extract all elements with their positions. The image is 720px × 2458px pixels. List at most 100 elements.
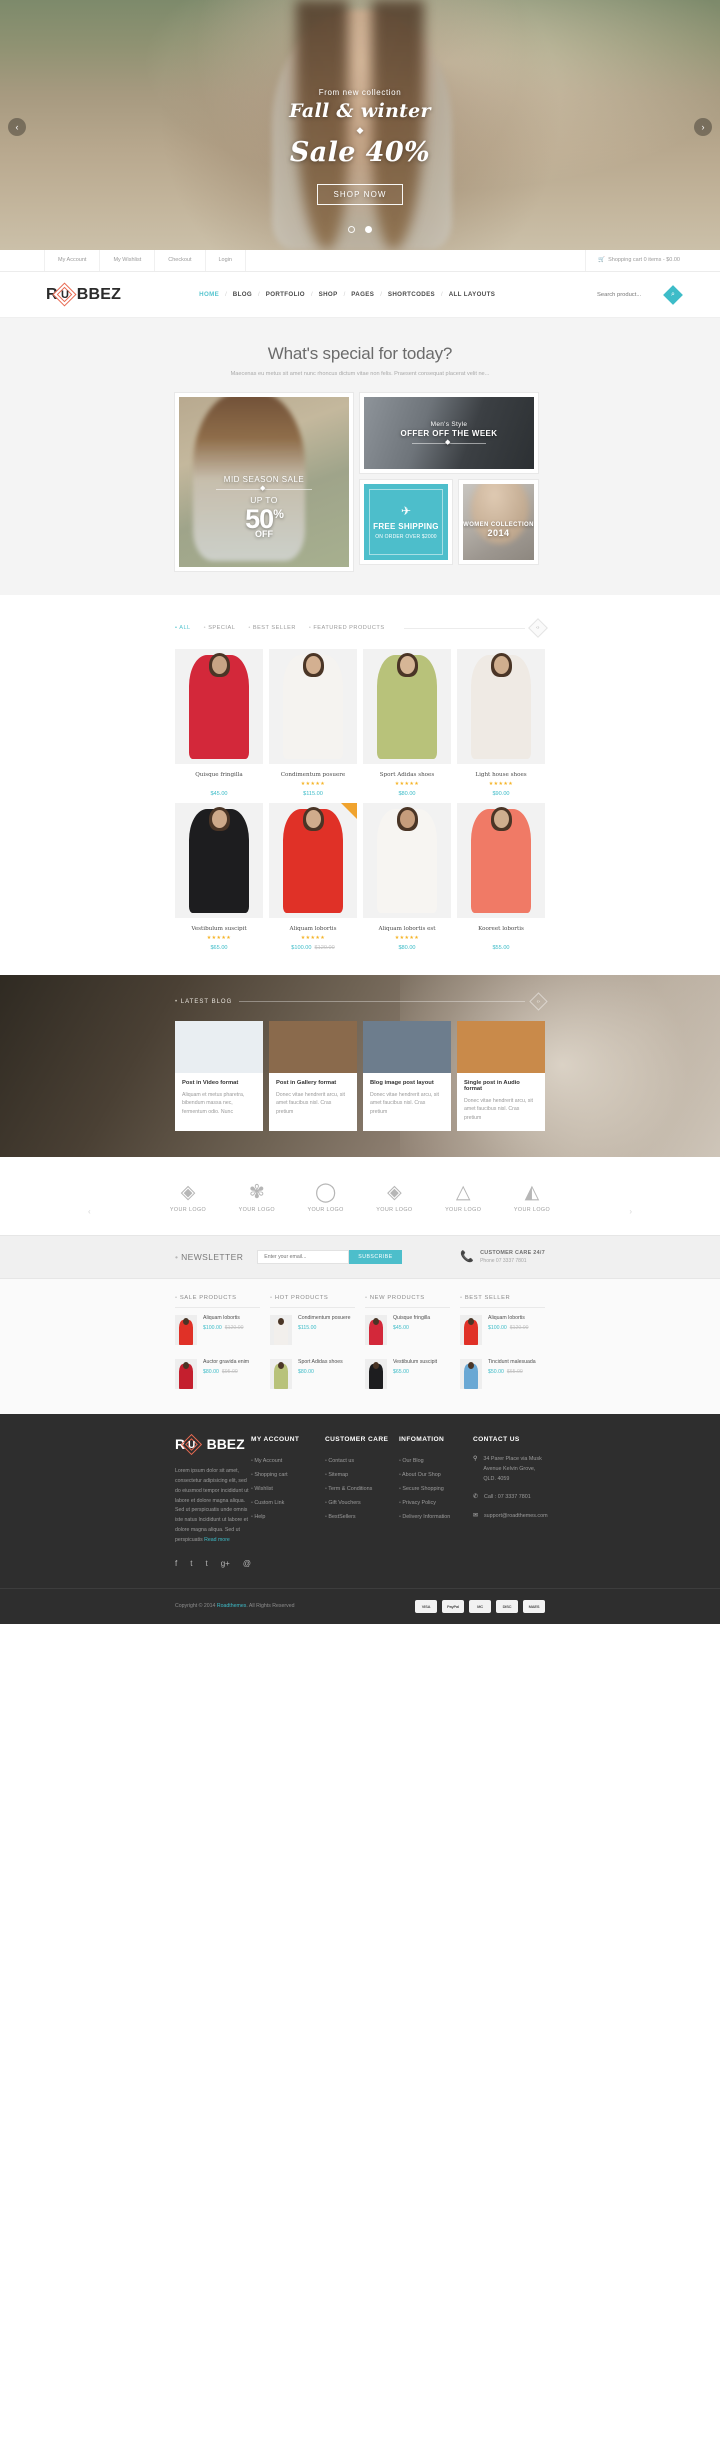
blog-title[interactable]: Single post in Audio format — [464, 1080, 538, 1092]
footer-link[interactable]: My Account — [251, 1454, 325, 1468]
footer-link[interactable]: About Our Shop — [399, 1468, 473, 1482]
search-input[interactable] — [597, 291, 659, 298]
footer-email[interactable]: support@roadthemes.com — [484, 1511, 548, 1522]
list-product-name[interactable]: Vestibulum suscipit — [393, 1359, 437, 1365]
blog-title[interactable]: Post in Video format — [182, 1080, 256, 1086]
blog-card[interactable]: Single post in Audio format Donec vitae h… — [457, 1021, 545, 1131]
footer-link[interactable]: Contact us — [325, 1454, 399, 1468]
blog-title[interactable]: Blog image post layout — [370, 1080, 444, 1086]
blog-thumbnail[interactable] — [457, 1021, 545, 1073]
product-list-item[interactable]: Quisque fringilla $45.00 — [365, 1308, 450, 1352]
product-image[interactable] — [175, 803, 263, 918]
brand-item[interactable]: ◯ YOUR LOGO — [298, 1183, 354, 1213]
nav-shortcodes[interactable]: SHORTCODES — [382, 291, 441, 298]
product-card[interactable]: Aliquam lobortis ★★★★★ $100.00 $120.00 — [269, 803, 357, 951]
product-image[interactable] — [269, 803, 357, 918]
product-name[interactable]: Sport Adidas shoes — [363, 772, 451, 778]
nav-pages[interactable]: PAGES — [345, 291, 380, 298]
product-image[interactable] — [363, 649, 451, 764]
footer-phone[interactable]: Call : 07 3337 7801 — [484, 1492, 531, 1503]
footer-read-more-link[interactable]: Read more — [204, 1537, 230, 1543]
list-product-name[interactable]: Sport Adidas shoes — [298, 1359, 343, 1365]
list-product-image[interactable] — [270, 1314, 292, 1345]
hero-next-arrow[interactable]: › — [694, 118, 712, 136]
top-link-my-account[interactable]: My Account — [44, 250, 99, 271]
footer-link[interactable]: Shopping cart — [251, 1468, 325, 1482]
products-carousel-nav[interactable]: ‹› — [528, 618, 548, 638]
hero-prev-arrow[interactable]: ‹ — [8, 118, 26, 136]
product-name[interactable]: Aliquam lobortis est — [363, 926, 451, 932]
brand-item[interactable]: △ YOUR LOGO — [435, 1183, 491, 1213]
product-name[interactable]: Light house shoes — [457, 772, 545, 778]
footer-link[interactable]: Privacy Policy — [399, 1496, 473, 1510]
brand-item[interactable]: ◈ YOUR LOGO — [160, 1183, 216, 1213]
product-image[interactable] — [363, 803, 451, 918]
list-product-image[interactable] — [175, 1358, 197, 1389]
promo-free-shipping[interactable]: ✈ FREE SHIPPING ON ORDER OVER $2000 — [360, 480, 452, 564]
product-image[interactable] — [457, 649, 545, 764]
hero-dot-1[interactable] — [347, 226, 355, 233]
promo-mid-season-sale[interactable]: MID SEASON SALE UP TO 50% OFF — [175, 393, 353, 571]
list-product-image[interactable] — [365, 1314, 387, 1345]
tumblr-icon[interactable]: t — [205, 1559, 207, 1568]
list-product-image[interactable] — [175, 1314, 197, 1345]
brand-item[interactable]: ✾ YOUR LOGO — [229, 1183, 285, 1213]
filter-best-seller[interactable]: BEST SELLER — [248, 625, 296, 631]
product-name[interactable]: Kooreet lobortis — [457, 926, 545, 932]
footer-logo[interactable]: R U BBEZ — [175, 1434, 245, 1456]
list-product-name[interactable]: Quisque fringilla — [393, 1315, 430, 1321]
nav-shop[interactable]: SHOP — [313, 291, 344, 298]
product-name[interactable]: Condimentum posuere — [269, 772, 357, 778]
hero-dot-2[interactable] — [365, 226, 373, 233]
rss-icon[interactable]: @ — [243, 1559, 251, 1568]
footer-link[interactable]: Help — [251, 1510, 325, 1524]
nav-all-layouts[interactable]: ALL LAYOUTS — [443, 291, 501, 298]
shop-now-button[interactable]: SHOP NOW — [317, 184, 403, 205]
footer-link[interactable]: Our Blog — [399, 1454, 473, 1468]
product-name[interactable]: Vestibulum suscipit — [175, 926, 263, 932]
list-product-name[interactable]: Condimentum posuere — [298, 1315, 350, 1321]
product-list-item[interactable]: Aliquam lobortis $100.00 $120.00 — [175, 1308, 260, 1352]
product-list-item[interactable]: Tincidunt malesuada $50.00 $65.00 — [460, 1352, 545, 1396]
product-list-item[interactable]: Condimentum posuere $115.00 — [270, 1308, 355, 1352]
list-product-image[interactable] — [365, 1358, 387, 1389]
filter-featured-products[interactable]: FEATURED PRODUCTS — [309, 625, 385, 631]
footer-link[interactable]: Delivery Information — [399, 1510, 473, 1524]
product-image[interactable] — [457, 803, 545, 918]
blog-thumbnail[interactable] — [175, 1021, 263, 1073]
top-link-login[interactable]: Login — [204, 250, 246, 271]
nav-blog[interactable]: BLOG — [227, 291, 258, 298]
product-list-item[interactable]: Vestibulum suscipit $65.00 — [365, 1352, 450, 1396]
brand-item[interactable]: ◈ YOUR LOGO — [366, 1183, 422, 1213]
footer-link[interactable]: Gift Vouchers — [325, 1496, 399, 1510]
product-card[interactable]: Light house shoes ★★★★★ $90.00 — [457, 649, 545, 797]
nav-home[interactable]: HOME — [193, 291, 225, 298]
blog-title[interactable]: Post in Gallery format — [276, 1080, 350, 1086]
brands-next-arrow[interactable]: › — [629, 1207, 632, 1216]
blog-card[interactable]: Post in Video format Aliquam et metus pha… — [175, 1021, 263, 1131]
twitter-icon[interactable]: t — [190, 1559, 192, 1568]
subscribe-button[interactable]: SUBSCRIBE — [349, 1249, 402, 1264]
nav-portfolio[interactable]: PORTFOLIO — [260, 291, 311, 298]
shopping-cart-summary[interactable]: 🛒 Shopping cart 0 items - $0.00 — [585, 250, 680, 271]
filter-all[interactable]: ALL — [175, 625, 191, 631]
list-product-name[interactable]: Aliquam lobortis — [488, 1315, 529, 1321]
product-card[interactable]: Condimentum posuere ★★★★★ $115.00 — [269, 649, 357, 797]
blog-card[interactable]: Blog image post layout Donec vitae hendre… — [363, 1021, 451, 1131]
product-image[interactable] — [269, 649, 357, 764]
product-card[interactable]: Vestibulum suscipit ★★★★★ $65.00 — [175, 803, 263, 951]
google-plus-icon[interactable]: g+ — [221, 1559, 230, 1568]
product-card[interactable]: Sport Adidas shoes ★★★★★ $80.00 — [363, 649, 451, 797]
brands-prev-arrow[interactable]: ‹ — [88, 1207, 91, 1216]
list-product-image[interactable] — [270, 1358, 292, 1389]
site-logo[interactable]: R U BBEZ — [46, 282, 121, 307]
footer-link[interactable]: Term & Conditions — [325, 1482, 399, 1496]
brand-item[interactable]: ◭ YOUR LOGO — [504, 1183, 560, 1213]
newsletter-email-input[interactable] — [257, 1249, 350, 1264]
product-name[interactable]: Aliquam lobortis — [269, 926, 357, 932]
product-card[interactable]: Kooreet lobortis $55.00 — [457, 803, 545, 951]
footer-link[interactable]: Secure Shopping — [399, 1482, 473, 1496]
list-product-name[interactable]: Auctor gravida enim — [203, 1359, 249, 1365]
search-button[interactable]: ⌕ — [663, 284, 683, 305]
product-image[interactable] — [175, 649, 263, 764]
